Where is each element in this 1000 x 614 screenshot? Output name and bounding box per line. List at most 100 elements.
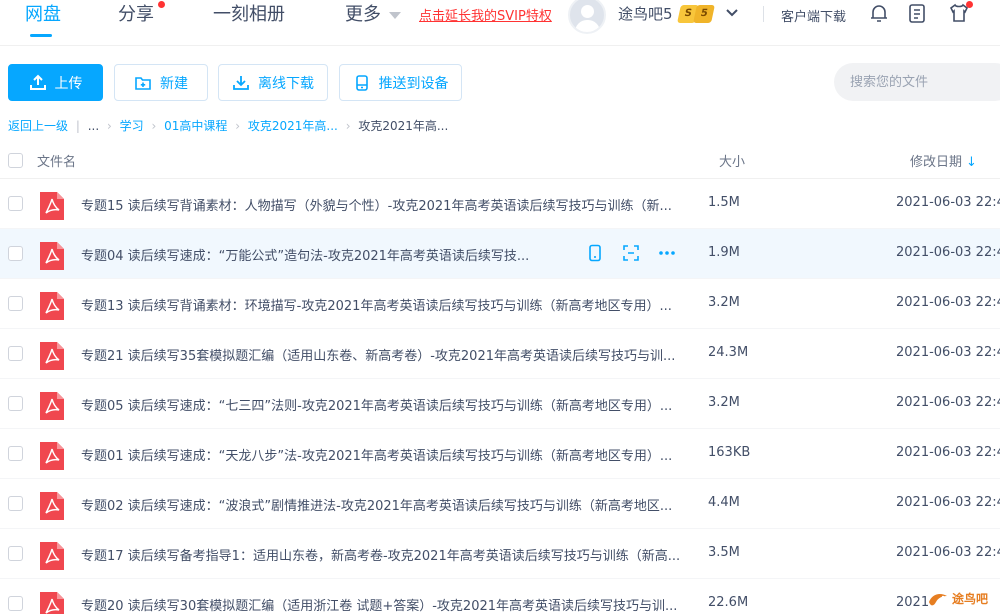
file-list-header: 文件名 大小 修改日期 ↓: [0, 143, 1000, 179]
column-header-date[interactable]: 修改日期 ↓: [910, 151, 977, 170]
column-header-size[interactable]: 大小: [719, 151, 745, 170]
file-size: 24.3M: [708, 345, 749, 360]
file-row[interactable]: 专题13 读后续写背诵素材：环境描写-攻克2021年高考英语读后续写技巧与训练（…: [0, 279, 1000, 329]
chevron-down-icon: [389, 11, 401, 19]
file-checkbox[interactable]: [8, 246, 23, 261]
file-row[interactable]: 专题21 读后续写35套模拟题汇编（适用山东卷、新高考卷）-攻克2021年高考英…: [0, 329, 1000, 379]
file-checkbox[interactable]: [8, 496, 23, 511]
file-size: 4.4M: [708, 495, 740, 510]
pdf-file-icon: [40, 542, 64, 570]
file-checkbox[interactable]: [8, 346, 23, 361]
file-date: 2021-06-03 22:40: [896, 395, 1000, 410]
device-icon: [355, 74, 368, 91]
new-folder-button[interactable]: 新建: [114, 64, 208, 101]
top-navigation-bar: 网盘 分享 一刻相册 更多 点击延长我的SVIP特权 途鸟吧5 S 5 客户端下…: [0, 0, 1000, 46]
more-options-icon[interactable]: [658, 244, 676, 262]
divider: [763, 6, 764, 22]
file-name[interactable]: 专题05 读后续写速成：“七三四”法则-攻克2021年高考英语读后续写技巧与训练…: [81, 395, 672, 414]
avatar-body-shape: [575, 20, 600, 32]
offline-download-button[interactable]: 离线下载: [218, 64, 328, 101]
push-to-device-button[interactable]: 推送到设备: [339, 64, 462, 101]
file-size: 163KB: [708, 445, 751, 460]
bell-icon[interactable]: [868, 2, 890, 24]
column-header-name[interactable]: 文件名: [37, 151, 76, 170]
file-row[interactable]: 专题05 读后续写速成：“七三四”法则-攻克2021年高考英语读后续写技巧与训练…: [0, 379, 1000, 429]
file-row[interactable]: 专题02 读后续写速成：“波浪式”剧情推进法-攻克2021年高考英语读后续写技巧…: [0, 479, 1000, 529]
file-name[interactable]: 专题01 读后续写速成：“天龙八步”法-攻克2021年高考英语读后续写技巧与训练…: [81, 445, 672, 464]
svip-renew-link[interactable]: 点击延长我的SVIP特权: [419, 5, 552, 24]
file-checkbox[interactable]: [8, 396, 23, 411]
breadcrumb-divider: |: [75, 119, 80, 133]
file-date: 2021-06-03 22:40: [896, 295, 1000, 310]
nav-tab-share[interactable]: 分享: [118, 2, 154, 28]
upload-button[interactable]: 上传: [8, 64, 103, 101]
file-size: 1.5M: [708, 195, 740, 210]
breadcrumb-separator: ›: [151, 119, 157, 133]
file-name[interactable]: 专题13 读后续写背诵素材：环境描写-攻克2021年高考英语读后续写技巧与训练（…: [81, 295, 672, 314]
skin-notification-dot: [966, 1, 973, 8]
breadcrumb-separator: ›: [345, 119, 351, 133]
push-device-icon[interactable]: [586, 244, 604, 262]
row-actions: [586, 244, 676, 262]
breadcrumb-current: 攻克2021年高...: [358, 119, 449, 133]
breadcrumb-ellipsis: ...: [87, 119, 100, 133]
file-size: 3.2M: [708, 295, 740, 310]
file-checkbox[interactable]: [8, 446, 23, 461]
file-date: 2021-06-03 22:40: [896, 245, 1000, 260]
select-all-checkbox[interactable]: [8, 153, 23, 168]
file-date: 2021-06-03 22:40: [896, 195, 1000, 210]
breadcrumb-item-folder[interactable]: 攻克2021年高...: [248, 119, 338, 133]
file-name[interactable]: 专题17 读后续写备考指导1：适用山东卷，新高考卷-攻克2021年高考英语读后续…: [81, 545, 680, 564]
breadcrumb-separator: ›: [107, 119, 112, 133]
file-name[interactable]: 专题21 读后续写35套模拟题汇编（适用山东卷、新高考卷）-攻克2021年高考英…: [81, 345, 675, 364]
nav-more-label: 更多: [345, 4, 381, 25]
file-size: 1.9M: [708, 245, 740, 260]
nav-tab-more[interactable]: 更多: [345, 2, 401, 28]
breadcrumb-item-highschool[interactable]: 01高中课程: [164, 119, 227, 133]
file-row[interactable]: 专题04 读后续写速成：“万能公式”造句法-攻克2021年高考英语读后续写技..…: [0, 229, 1000, 279]
file-date: 2021-06-03 22:40: [896, 345, 1000, 360]
file-size: 3.2M: [708, 395, 740, 410]
pdf-file-icon: [40, 592, 64, 614]
upload-label: 上传: [54, 74, 83, 91]
pdf-file-icon: [40, 442, 64, 470]
file-row[interactable]: 专题15 读后续写背诵素材：人物描写（外貌与个性）-攻克2021年高考英语读后续…: [0, 179, 1000, 229]
file-row[interactable]: 专题01 读后续写速成：“天龙八步”法-攻克2021年高考英语读后续写技巧与训练…: [0, 429, 1000, 479]
watermark-text: 途鸟吧: [952, 592, 989, 606]
avatar[interactable]: [568, 0, 606, 34]
pdf-file-icon: [40, 392, 64, 420]
file-row[interactable]: 专题20 读后续写30套模拟题汇编（适用浙江卷 试题+答案）-攻克2021年高考…: [0, 579, 1000, 614]
upload-icon: [29, 74, 46, 90]
pdf-file-icon: [40, 192, 64, 220]
file-date: 2021-06-03 22:40: [896, 545, 1000, 560]
breadcrumb-back-link[interactable]: 返回上一级: [8, 119, 68, 133]
file-name[interactable]: 专题20 读后续写30套模拟题汇编（适用浙江卷 试题+答案）-攻克2021年高考…: [81, 595, 677, 614]
user-menu-chevron-icon[interactable]: [725, 6, 739, 20]
file-checkbox[interactable]: [8, 546, 23, 561]
breadcrumb-item-study[interactable]: 学习: [120, 119, 144, 133]
sort-arrow-icon: ↓: [966, 155, 977, 170]
offline-download-label: 离线下载: [258, 74, 314, 91]
file-row[interactable]: 专题17 读后续写备考指导1：适用山东卷，新高考卷-攻克2021年高考英语读后续…: [0, 529, 1000, 579]
column-header-date-label: 修改日期: [910, 155, 963, 170]
file-checkbox[interactable]: [8, 296, 23, 311]
file-checkbox[interactable]: [8, 596, 23, 611]
search-input[interactable]: [834, 63, 1000, 101]
share-link-icon[interactable]: [622, 244, 640, 262]
nav-tab-album[interactable]: 一刻相册: [213, 2, 285, 28]
file-list: 专题15 读后续写背诵素材：人物描写（外貌与个性）-攻克2021年高考英语读后续…: [0, 179, 1000, 614]
file-checkbox[interactable]: [8, 196, 23, 211]
clipboard-icon[interactable]: [906, 2, 928, 24]
file-date: 2021: [896, 595, 930, 610]
username[interactable]: 途鸟吧5: [618, 3, 673, 24]
watermark: 途鸟吧: [926, 586, 1000, 614]
download-icon: [233, 75, 249, 90]
file-name[interactable]: 专题04 读后续写速成：“万能公式”造句法-攻克2021年高考英语读后续写技..…: [81, 245, 529, 264]
nav-tab-netdisk[interactable]: 网盘: [25, 2, 61, 28]
file-size: 3.5M: [708, 545, 740, 560]
avatar-head-shape: [581, 5, 594, 18]
client-download-link[interactable]: 客户端下载: [781, 6, 846, 25]
file-name[interactable]: 专题02 读后续写速成：“波浪式”剧情推进法-攻克2021年高考英语读后续写技巧…: [81, 495, 672, 514]
level-coin-badge: 5: [693, 5, 715, 23]
file-name[interactable]: 专题15 读后续写背诵素材：人物描写（外貌与个性）-攻克2021年高考英语读后续…: [81, 195, 672, 214]
